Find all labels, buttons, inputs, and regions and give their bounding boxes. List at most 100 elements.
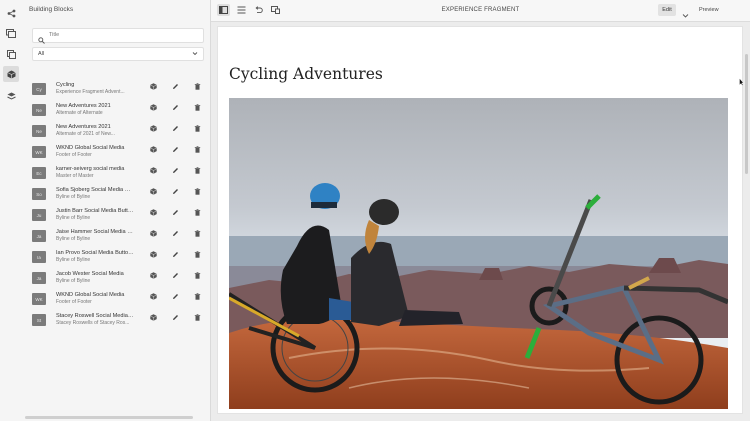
- horizontal-scrollbar[interactable]: [25, 416, 193, 419]
- hero-image[interactable]: [227, 98, 729, 409]
- item-subtitle: Stacey Roswells of Stacey Ros...: [56, 320, 130, 326]
- box-icon[interactable]: [149, 271, 157, 279]
- preview-button[interactable]: Preview: [699, 7, 719, 13]
- search-box[interactable]: [32, 28, 204, 44]
- pencil-icon[interactable]: [171, 271, 179, 279]
- assets-icon[interactable]: [5, 27, 17, 39]
- trash-icon[interactable]: [193, 82, 201, 90]
- trash-icon[interactable]: [193, 124, 201, 132]
- item-thumbnail: Ec: [32, 167, 46, 179]
- item-name: New Adventures 2021: [56, 124, 111, 130]
- list-item[interactable]: St Stacey Roswell Social Media ... Stacey …: [31, 311, 201, 332]
- trash-icon[interactable]: [193, 145, 201, 153]
- pencil-icon[interactable]: [171, 103, 179, 111]
- list-item[interactable]: Ia Ian Provo Social Media Buttons Byline o…: [31, 248, 201, 269]
- item-subtitle: Byline of Byline: [56, 257, 91, 263]
- box-icon[interactable]: [149, 250, 157, 258]
- trash-icon[interactable]: [193, 250, 201, 258]
- item-thumbnail: Ju: [32, 209, 46, 221]
- trash-icon[interactable]: [193, 187, 201, 195]
- list-item[interactable]: Ne New Adventures 2021 Alternate of Altern…: [31, 101, 201, 122]
- trash-icon[interactable]: [193, 208, 201, 216]
- pencil-icon[interactable]: [171, 145, 179, 153]
- item-name: Cycling: [56, 82, 75, 88]
- editor-area: EXPERIENCE FRAGMENT Edit Preview Cycling…: [211, 0, 750, 421]
- list-item[interactable]: Cy Cycling Experience Fragment Advent...: [31, 80, 201, 101]
- item-name: Justin Barr Social Media Butto...: [56, 208, 134, 214]
- page-title[interactable]: Cycling Adventures: [229, 65, 383, 83]
- trash-icon[interactable]: [193, 271, 201, 279]
- box-icon[interactable]: [149, 187, 157, 195]
- pencil-icon[interactable]: [171, 313, 179, 321]
- list-item[interactable]: Ja Jacob Wester Social Media Byline of Byl…: [31, 269, 201, 290]
- component-browser-icon[interactable]: [5, 7, 17, 19]
- box-icon[interactable]: [149, 82, 157, 90]
- item-name: New Adventures 2021: [56, 103, 111, 109]
- item-thumbnail: Ia: [32, 251, 46, 263]
- box-icon[interactable]: [149, 313, 157, 321]
- box-icon[interactable]: [149, 229, 157, 237]
- list-item[interactable]: Ju Justin Barr Social Media Butto... Bylin…: [31, 206, 201, 227]
- item-subtitle: Master of Master: [56, 173, 94, 179]
- scrollbar-thumb[interactable]: [745, 54, 748, 174]
- editor-toolbar: EXPERIENCE FRAGMENT Edit Preview: [211, 0, 750, 22]
- box-icon[interactable]: [149, 145, 157, 153]
- item-subtitle: Byline of Byline: [56, 278, 91, 284]
- chevron-down-icon[interactable]: [682, 6, 689, 24]
- item-thumbnail: So: [32, 188, 46, 200]
- pencil-icon[interactable]: [171, 166, 179, 174]
- item-name: karner-seiverg social media: [56, 166, 125, 172]
- pencil-icon[interactable]: [171, 187, 179, 195]
- vertical-scrollbar[interactable]: [743, 22, 750, 421]
- component-list: Cy Cycling Experience Fragment Advent... Ne…: [31, 80, 201, 332]
- item-name: Jacob Wester Social Media: [56, 271, 124, 277]
- pencil-icon[interactable]: [171, 250, 179, 258]
- trash-icon[interactable]: [193, 292, 201, 300]
- item-thumbnail: Ne: [32, 104, 46, 116]
- list-item[interactable]: Ja Jaise Hammer Social Media Bu... Byline …: [31, 227, 201, 248]
- item-name: WKND Global Social Media: [56, 292, 125, 298]
- box-icon[interactable]: [149, 124, 157, 132]
- components-icon[interactable]: [3, 66, 19, 82]
- chevron-down-icon: [192, 51, 198, 58]
- trash-icon[interactable]: [193, 229, 201, 237]
- search-input[interactable]: [49, 30, 197, 40]
- list-item[interactable]: Ec karner-seiverg social media Master of M…: [31, 164, 201, 185]
- list-item[interactable]: WK WKND Global Social Media Footer of Foot…: [31, 290, 201, 311]
- box-icon[interactable]: [149, 208, 157, 216]
- group-filter-select[interactable]: All: [32, 47, 204, 61]
- pencil-icon[interactable]: [171, 124, 179, 132]
- item-thumbnail: Ja: [32, 230, 46, 242]
- list-item[interactable]: So Sofia Sjoberg Social Media Bu... Byline…: [31, 185, 201, 206]
- panel-title: Building Blocks: [29, 6, 74, 13]
- edit-mode-button[interactable]: Edit: [658, 4, 676, 16]
- mouse-cursor-icon: [739, 73, 744, 91]
- box-icon[interactable]: [149, 166, 157, 174]
- item-name: Jaise Hammer Social Media Bu...: [56, 229, 134, 235]
- pencil-icon[interactable]: [171, 229, 179, 237]
- filter-value: All: [38, 51, 45, 57]
- pencil-icon[interactable]: [171, 82, 179, 90]
- content-tree-icon[interactable]: [5, 90, 17, 102]
- assets-group-icon[interactable]: [5, 48, 17, 60]
- page-canvas: Cycling Adventures: [217, 26, 743, 414]
- item-name: Ian Provo Social Media Buttons: [56, 250, 134, 256]
- item-subtitle: Footer of Footer: [56, 152, 92, 158]
- trash-icon[interactable]: [193, 166, 201, 174]
- item-thumbnail: WK: [32, 146, 46, 158]
- trash-icon[interactable]: [193, 313, 201, 321]
- item-subtitle: Byline of Byline: [56, 194, 91, 200]
- item-thumbnail: Ne: [32, 125, 46, 137]
- list-item[interactable]: WK WKND Global Social Media Footer of Foot…: [31, 143, 201, 164]
- list-item[interactable]: Ne New Adventures 2021 Alternate of 2021 o…: [31, 122, 201, 143]
- pencil-icon[interactable]: [171, 292, 179, 300]
- pencil-icon[interactable]: [171, 208, 179, 216]
- item-subtitle: Alternate of 2021 of New...: [56, 131, 115, 137]
- box-icon[interactable]: [149, 103, 157, 111]
- item-thumbnail: WK: [32, 293, 46, 305]
- building-blocks-panel: Building Blocks All Cy CyclingExperience …: [22, 0, 211, 421]
- box-icon[interactable]: [149, 292, 157, 300]
- item-thumbnail: St: [32, 314, 46, 326]
- trash-icon[interactable]: [193, 103, 201, 111]
- side-rail: [0, 0, 23, 421]
